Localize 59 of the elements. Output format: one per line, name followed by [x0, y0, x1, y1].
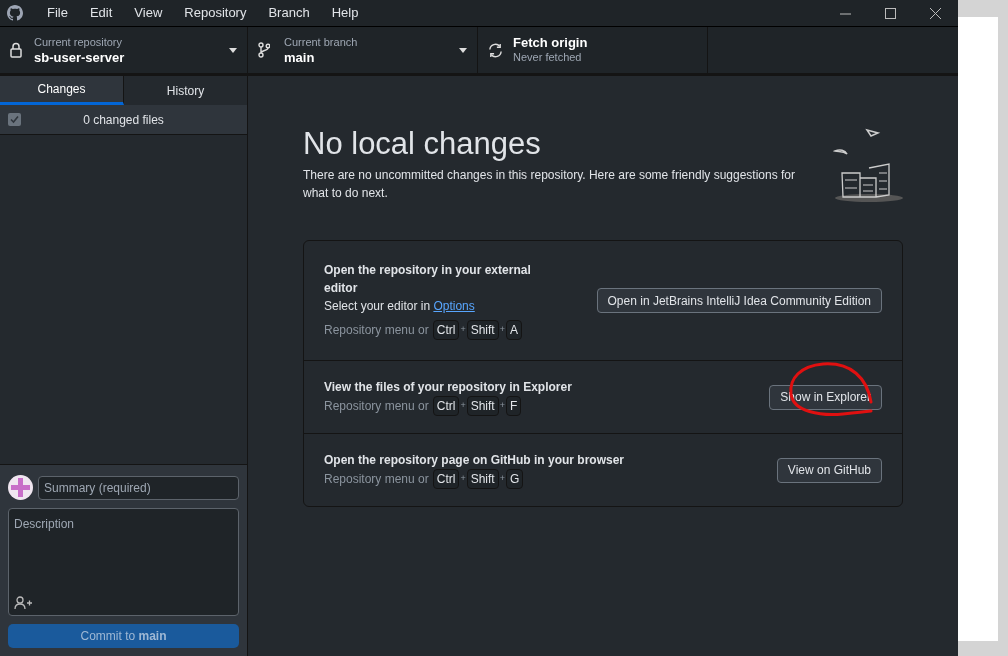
tab[interactable]: History: [124, 76, 247, 105]
key-cap: G: [505, 469, 524, 489]
menu-item[interactable]: Edit: [81, 3, 121, 23]
menu-item[interactable]: Branch: [260, 3, 318, 23]
key-cap: Ctrl: [432, 320, 460, 340]
suggestion-detail: Select your editor in: [324, 298, 432, 315]
summary-field[interactable]: Summary (required): [38, 475, 239, 500]
github-logo-icon: [7, 5, 23, 21]
caret-icon: [229, 47, 237, 53]
description-field[interactable]: Description: [8, 508, 239, 616]
repository-name: sb-user-server: [34, 50, 126, 65]
page-description: There are no uncommitted changes in this repository. Here are some friendly suggestions for what to do next.: [303, 167, 797, 202]
fetch-origin-button[interactable]: Fetch origin Never fetched: [478, 27, 708, 73]
changed-files-count: 0 changed files: [82, 111, 165, 129]
menu-item[interactable]: Repository: [176, 3, 255, 23]
plus-sign: +: [499, 399, 505, 413]
plus-sign: +: [499, 323, 505, 337]
shortcut-hint: Repository menu or: [324, 322, 429, 339]
key-cap: Shift: [466, 320, 499, 340]
plus-sign: +: [499, 472, 505, 486]
key-cap: Shift: [466, 469, 499, 489]
fetch-title: Fetch origin: [513, 35, 589, 50]
suggestion-title: Open the repository page on GitHub in your browser: [324, 452, 626, 469]
suggestion-button[interactable]: View on GitHub: [776, 457, 882, 483]
key-cap: Ctrl: [432, 469, 460, 489]
commit-button[interactable]: Commit to main: [8, 624, 239, 648]
page-title: No local changes: [303, 126, 542, 162]
plus-sign: +: [460, 323, 466, 337]
avatar-icon: [8, 475, 33, 500]
suggestion-title: View the files of your repository in Explorer: [324, 379, 573, 396]
close-icon[interactable]: [930, 7, 941, 19]
shortcut-hint: Repository menu or: [324, 471, 429, 488]
lock-icon: [10, 42, 22, 58]
branch-icon: [258, 42, 270, 58]
key-cap: Shift: [466, 396, 499, 416]
fetch-status: Never fetched: [513, 50, 583, 65]
key-cap: F: [505, 396, 522, 416]
menu-item[interactable]: View: [126, 3, 171, 23]
key-cap: A: [505, 320, 522, 340]
key-cap: Ctrl: [432, 396, 460, 416]
add-coauthor-icon[interactable]: [14, 596, 32, 610]
suggestion-title: Open the repository in your external editor: [324, 262, 532, 297]
repository-selector[interactable]: Current repository sb-user-server: [0, 27, 248, 73]
caret-icon: [459, 47, 467, 53]
repository-label: Current repository: [34, 35, 124, 50]
menu-item[interactable]: Help: [323, 3, 367, 23]
menu-item[interactable]: File: [39, 3, 76, 23]
suggestion-button[interactable]: Open in JetBrains IntelliJ Idea Community Edition: [596, 288, 882, 314]
options-link[interactable]: Options: [433, 297, 475, 315]
maximize-icon[interactable]: [885, 7, 896, 19]
branch-label: Current branch: [284, 35, 359, 50]
branch-name: main: [284, 50, 316, 65]
sync-icon: [488, 42, 503, 58]
shortcut-hint: Repository menu or: [324, 398, 429, 415]
branch-selector[interactable]: Current branch main: [248, 27, 478, 73]
plus-sign: +: [460, 399, 466, 413]
select-all-checkbox[interactable]: [8, 113, 21, 126]
tab[interactable]: Changes: [0, 76, 124, 105]
plus-sign: +: [460, 472, 466, 486]
